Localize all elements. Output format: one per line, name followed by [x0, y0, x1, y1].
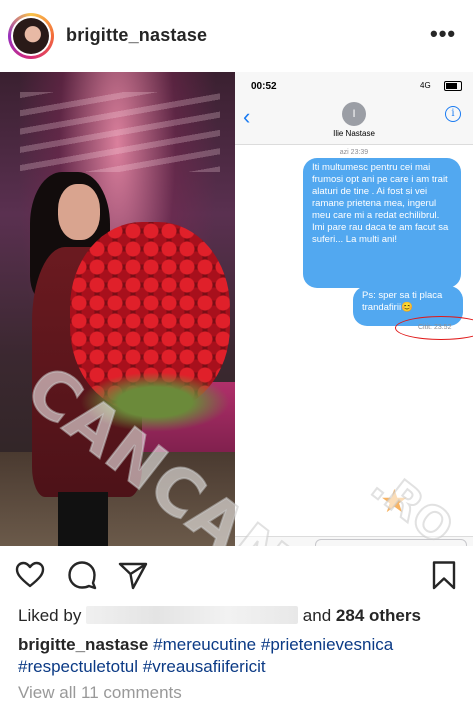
hashtag-link[interactable]: #mereucutine [153, 635, 256, 654]
read-receipt: Citit: 23:52 [418, 324, 452, 331]
status-bar: 00:52 4G [235, 72, 473, 100]
battery-icon [444, 81, 462, 91]
avatar-photo [13, 18, 49, 54]
likes-prefix: Liked by [18, 606, 82, 625]
bookmark-icon[interactable] [428, 559, 460, 591]
message-bubble: Iti multumesc pentru cei mai frumosi opt… [303, 158, 461, 288]
compose-field [315, 539, 467, 546]
blurred-username [86, 606, 299, 624]
comment-icon[interactable] [66, 559, 98, 591]
hashtag-link[interactable]: #respectuletotul [18, 657, 138, 676]
caption: brigitte_nastase #mereucutine #prietenie… [18, 634, 458, 678]
send-icon[interactable] [117, 559, 149, 591]
view-all-comments-link[interactable]: View all 11 comments [18, 683, 182, 703]
likes-others[interactable]: 284 others [336, 606, 421, 625]
conversation-nav: ‹ I Ilie Nastase i [235, 100, 473, 145]
info-icon: i [445, 106, 461, 122]
avatar-image [11, 16, 51, 56]
back-chevron-icon: ‹ [243, 104, 251, 129]
heart-icon[interactable] [14, 559, 46, 591]
photo-woman-with-roses [0, 72, 235, 546]
person-face [58, 184, 100, 240]
contact-name: Ilie Nastase [333, 129, 375, 138]
hashtag-link[interactable]: #vreausafiifericit [143, 657, 266, 676]
action-bar [0, 555, 473, 595]
imessage-screenshot: 00:52 4G ‹ I Ilie Nastase i azi 23:39 It… [235, 72, 473, 546]
bouquet-leaves [80, 372, 230, 432]
ceiling-lights [20, 92, 220, 172]
likes-and: and [302, 606, 332, 625]
more-horizontal-icon[interactable]: ••• [430, 23, 456, 45]
post-image[interactable]: 00:52 4G ‹ I Ilie Nastase i azi 23:39 It… [0, 72, 473, 546]
avatar[interactable] [8, 13, 54, 59]
post-header: brigitte_nastase ••• [0, 0, 473, 72]
message-date: azi 23:39 [339, 149, 369, 156]
username-link[interactable]: brigitte_nastase [66, 25, 207, 46]
person-legs [58, 492, 108, 546]
hashtag-link[interactable]: #prietenievesnica [261, 635, 393, 654]
contact-avatar: I [342, 102, 366, 126]
likes-summary[interactable]: Liked by and 284 others [18, 606, 421, 626]
network-label: 4G [420, 81, 431, 90]
caption-username[interactable]: brigitte_nastase [18, 635, 148, 654]
status-time: 00:52 [251, 81, 277, 92]
